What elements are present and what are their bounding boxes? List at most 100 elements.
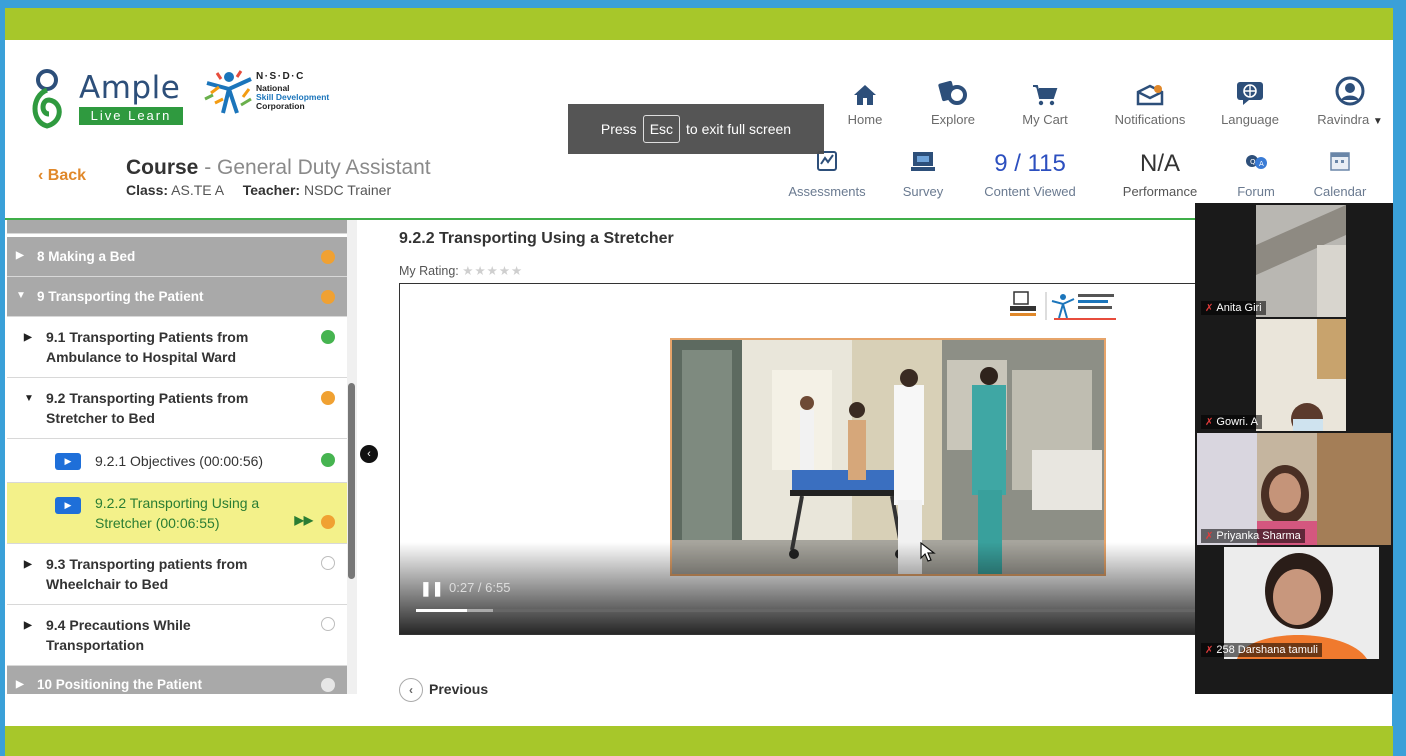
participant-name: Priyanka Sharma	[1216, 530, 1301, 542]
language-icon	[1237, 82, 1263, 105]
nav-explore[interactable]: Explore	[923, 76, 983, 127]
content-viewed-label: Content Viewed	[984, 184, 1076, 199]
chevron-left-icon: ‹	[38, 167, 44, 184]
video-icon: ▶	[55, 453, 81, 470]
sidebar-item-label-line2: Ambulance to Hospital Ward	[46, 349, 237, 365]
assessments-label: Assessments	[788, 184, 866, 199]
rating-label: My Rating:	[399, 264, 459, 278]
caret-right-icon: ▶	[24, 559, 32, 570]
video-icon: ▶	[55, 497, 81, 514]
participant-tile[interactable]: ✗ Gowri. A	[1197, 319, 1391, 431]
rating-stars[interactable]: ★★★★★	[462, 264, 523, 278]
window-frame-right	[1392, 0, 1406, 756]
forum-label: Forum	[1237, 184, 1275, 199]
sidebar-item-9-3[interactable]: ▶ 9.3 Transporting patients from Wheelch…	[7, 544, 347, 605]
back-button[interactable]: ‹ Back	[38, 167, 86, 185]
participant-tile[interactable]: ✗ 258 Darshana tamuli	[1197, 547, 1391, 659]
toast-suffix: to exit full screen	[686, 121, 792, 137]
performance-value: N/A	[1139, 150, 1180, 177]
participant-name: Anita Giri	[1216, 302, 1262, 314]
performance-label: Performance	[1122, 184, 1198, 199]
assessments-button[interactable]: Assessments	[785, 150, 869, 199]
nav-user-menu[interactable]: Ravindra ▼	[1307, 76, 1393, 127]
nav-notifications-label: Notifications	[1114, 112, 1186, 127]
sidebar-item-label: 8 Making a Bed	[37, 249, 136, 264]
sidebar-item-9-2-2[interactable]: ▶ 9.2.2 Transporting Using a Stretcher (…	[7, 483, 347, 544]
sidebar-item-label-line1: 9.1 Transporting Patients from	[46, 329, 249, 345]
brand-name: Ample	[79, 70, 181, 106]
nsdc-line-3: Corporation	[256, 101, 305, 111]
not-started-check-icon	[321, 678, 335, 692]
course-outline-sidebar: ▶ 8 Making a Bed ▼ 9 Transporting the Pa…	[7, 220, 347, 694]
complete-check-icon	[321, 453, 335, 467]
fullscreen-toast: Press Esc to exit full screen	[568, 104, 824, 154]
nav-notifications[interactable]: Notifications	[1102, 76, 1198, 127]
survey-label: Survey	[902, 184, 944, 199]
video-player[interactable]: ❚❚ 0:27 / 6:55	[399, 283, 1199, 635]
user-avatar-icon	[1335, 76, 1365, 106]
sidebar-item-9[interactable]: ▼ 9 Transporting the Patient	[7, 277, 347, 317]
calendar-label: Calendar	[1313, 184, 1367, 199]
course-title-prefix: Course	[126, 156, 199, 179]
sidebar-item-9-2[interactable]: ▼ 9.2 Transporting Patients from Stretch…	[7, 378, 347, 439]
in-progress-check-icon	[321, 391, 335, 405]
participant-tile[interactable]: ✗ Priyanka Sharma	[1197, 433, 1391, 545]
top-accent-bar	[5, 8, 1393, 40]
nav-home[interactable]: Home	[840, 76, 890, 127]
sidebar-item-9-2-1[interactable]: ▶ 9.2.1 Objectives (00:00:56)	[7, 439, 347, 483]
sidebar-item-label: 9.2.1 Objectives (00:00:56)	[95, 453, 264, 469]
bottom-accent-bar	[5, 726, 1393, 756]
caret-down-icon: ▼	[24, 393, 34, 404]
pause-icon[interactable]: ❚❚	[420, 580, 443, 597]
esc-key-badge: Esc	[642, 115, 681, 143]
notifications-icon	[1136, 84, 1164, 106]
mic-muted-icon: ✗	[1205, 303, 1214, 314]
caret-right-icon: ▶	[16, 250, 24, 261]
caret-right-icon: ▶	[24, 332, 32, 343]
previous-button[interactable]: ‹ Previous	[399, 678, 488, 702]
sidebar-item-label-line1: 9.4 Precautions While	[46, 617, 191, 633]
home-icon	[854, 85, 876, 105]
video-progress-bar[interactable]	[416, 609, 1198, 612]
sidebar-item-label: 9 Transporting the Patient	[37, 289, 204, 304]
mouse-cursor-icon	[920, 542, 936, 562]
brand-tagline: Live Learn	[79, 107, 183, 125]
video-played-bar	[416, 609, 467, 612]
toast-prefix: Press	[600, 121, 637, 137]
sidebar-item-10[interactable]: ▶ 10 Positioning the Patient	[7, 666, 347, 694]
cart-icon	[1033, 85, 1058, 106]
sidebar-item-9-4[interactable]: ▶ 9.4 Precautions While Transportation	[7, 605, 347, 666]
nsdc-acronym: N·S·D·C	[256, 71, 305, 82]
survey-icon	[911, 152, 935, 171]
chevron-down-icon: ▼	[1372, 116, 1383, 127]
sidebar-item-8[interactable]: ▶ 8 Making a Bed	[7, 237, 347, 277]
bottom-spacer	[5, 694, 397, 726]
nav-cart-label: My Cart	[1022, 112, 1068, 127]
caret-down-icon: ▼	[16, 290, 26, 301]
class-label: Class:	[126, 182, 169, 198]
user-name: Ravindra	[1317, 112, 1370, 127]
nav-language[interactable]: Language	[1213, 76, 1287, 127]
video-call-participants: ✗ Anita Giri ✗ Gowri. A ✗ Priyanka Sharma ✗…	[1195, 203, 1393, 694]
sidebar-scrollbar-thumb[interactable]	[348, 383, 355, 579]
sidebar-item-9-1[interactable]: ▶ 9.1 Transporting Patients from Ambulan…	[7, 317, 347, 378]
nav-cart[interactable]: My Cart	[1017, 76, 1073, 127]
sidebar-item-label-line1: 9.2 Transporting Patients from	[46, 390, 249, 406]
performance-stat: N/A Performance	[1115, 150, 1205, 199]
video-time: 0:27 / 6:55	[449, 580, 511, 595]
survey-button[interactable]: Survey	[898, 150, 948, 199]
sidebar-item-partial	[7, 220, 347, 234]
course-title: Course - General Duty Assistant	[126, 156, 431, 180]
in-progress-check-icon	[321, 515, 335, 529]
player-controls-overlay	[400, 542, 1198, 634]
calendar-button[interactable]: Calendar	[1310, 150, 1370, 199]
not-started-check-icon	[321, 556, 335, 570]
participant-tile[interactable]: ✗ Anita Giri	[1197, 205, 1391, 317]
course-meta: Class: AS.TE A Teacher: NSDC Trainer	[126, 182, 391, 198]
forum-icon: QA	[1246, 155, 1267, 169]
class-value: AS.TE A	[171, 182, 224, 198]
lesson-title: 9.2.2 Transporting Using a Stretcher	[399, 230, 674, 247]
forum-button[interactable]: QA Forum	[1230, 150, 1282, 199]
collapse-sidebar-button[interactable]: ‹	[360, 445, 378, 463]
mic-muted-icon: ✗	[1205, 645, 1214, 656]
